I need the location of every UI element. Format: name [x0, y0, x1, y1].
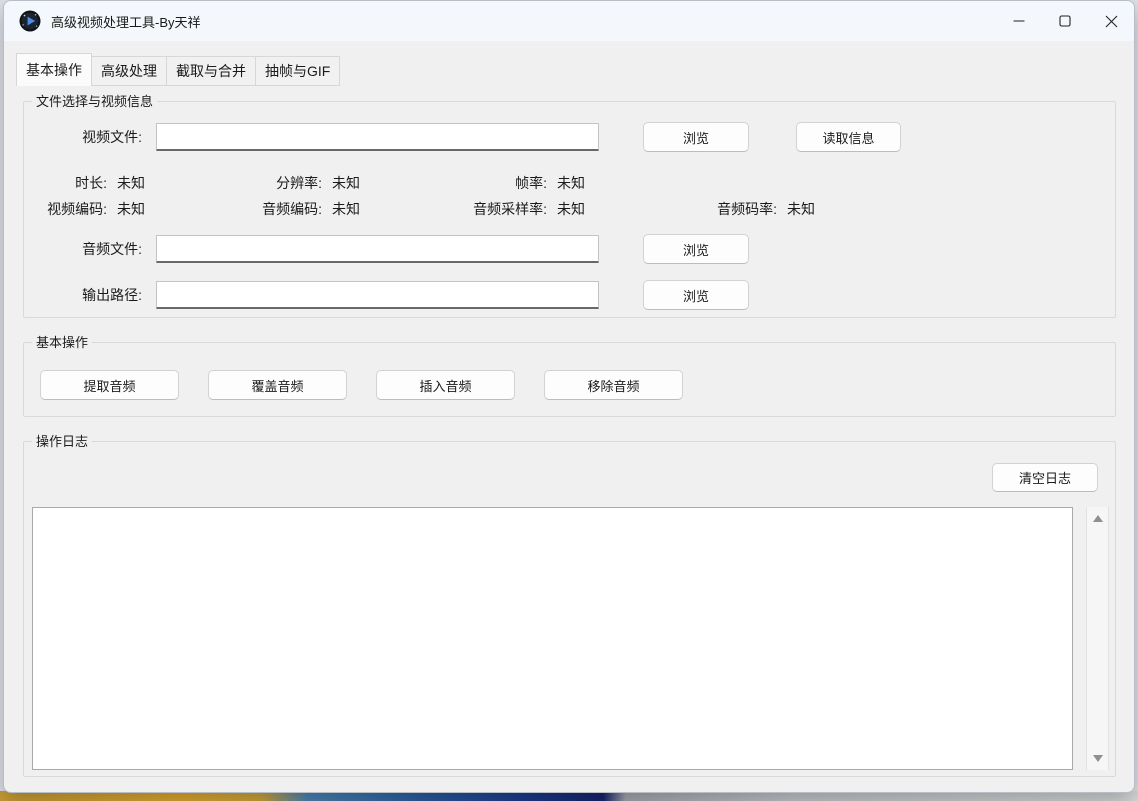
duration-field: 时长: 未知: [32, 173, 247, 193]
audio-codec-value: 未知: [332, 199, 360, 219]
log-body: [32, 507, 1115, 770]
insert-audio-button[interactable]: 插入音频: [376, 370, 515, 400]
output-path-browse-button[interactable]: 浏览: [643, 280, 749, 310]
audio-file-input[interactable]: [156, 235, 599, 263]
basic-operations-group-title: 基本操作: [32, 334, 92, 351]
audio-bitrate-field: 音频码率: 未知: [692, 199, 922, 219]
operation-log-group-title: 操作日志: [32, 433, 92, 450]
audio-file-row: 音频文件: 浏览: [32, 234, 1107, 264]
output-path-label: 输出路径:: [32, 285, 142, 305]
tab-advanced-processing[interactable]: 高级处理: [92, 56, 167, 86]
audio-samplerate-label: 音频采样率:: [462, 199, 547, 219]
tab-basic-operations[interactable]: 基本操作: [16, 53, 92, 86]
tab-cut-and-merge[interactable]: 截取与合并: [167, 56, 256, 86]
audio-codec-label: 音频编码:: [247, 199, 322, 219]
framerate-label: 帧率:: [462, 173, 547, 193]
log-toolbar: 清空日志: [24, 442, 1115, 492]
duration-value: 未知: [117, 173, 145, 193]
resolution-label: 分辨率:: [247, 173, 322, 193]
video-codec-value: 未知: [117, 199, 145, 219]
app-window: 高级视频处理工具-By天祥 基本操作 高级处理 截取与合并 抽帧与GIF 文件选: [3, 0, 1135, 793]
framerate-field: 帧率: 未知: [462, 173, 692, 193]
operation-log-group: 操作日志 清空日志: [23, 441, 1116, 777]
video-file-browse-button[interactable]: 浏览: [643, 122, 749, 152]
video-file-label: 视频文件:: [32, 127, 142, 147]
audio-file-browse-button[interactable]: 浏览: [643, 234, 749, 264]
video-codec-label: 视频编码:: [32, 199, 107, 219]
read-info-button[interactable]: 读取信息: [796, 122, 901, 152]
file-selection-group-title: 文件选择与视频信息: [32, 93, 157, 110]
minimize-button[interactable]: [996, 1, 1042, 41]
replace-audio-button[interactable]: 覆盖音频: [208, 370, 347, 400]
basic-operations-group: 基本操作 提取音频 覆盖音频 插入音频 移除音频: [23, 342, 1116, 417]
audio-bitrate-label: 音频码率:: [692, 199, 777, 219]
resolution-field: 分辨率: 未知: [247, 173, 462, 193]
video-codec-field: 视频编码: 未知: [32, 199, 247, 219]
scrollbar-down-arrow-icon[interactable]: [1093, 755, 1103, 762]
audio-file-label: 音频文件:: [32, 239, 142, 259]
close-button[interactable]: [1088, 1, 1134, 41]
operations-button-row: 提取音频 覆盖音频 插入音频 移除音频: [40, 370, 1107, 400]
video-file-row: 视频文件: 浏览 读取信息: [32, 122, 1107, 152]
audio-samplerate-field: 音频采样率: 未知: [462, 199, 692, 219]
remove-audio-button[interactable]: 移除音频: [544, 370, 683, 400]
resolution-value: 未知: [332, 173, 360, 193]
video-info-row-2: 视频编码: 未知 音频编码: 未知 音频采样率: 未知 音频码率: 未知: [32, 199, 1107, 219]
log-textarea[interactable]: [32, 507, 1073, 770]
video-file-input[interactable]: [156, 123, 599, 151]
file-selection-group: 文件选择与视频信息 视频文件: 浏览 读取信息 时长: 未知 分辨率: 未知 帧…: [23, 101, 1116, 318]
video-info-row-1: 时长: 未知 分辨率: 未知 帧率: 未知: [32, 173, 1107, 193]
maximize-button[interactable]: [1042, 1, 1088, 41]
duration-label: 时长:: [32, 173, 107, 193]
audio-bitrate-value: 未知: [787, 199, 815, 219]
extract-audio-button[interactable]: 提取音频: [40, 370, 179, 400]
output-path-input[interactable]: [156, 281, 599, 309]
titlebar: 高级视频处理工具-By天祥: [4, 1, 1134, 41]
output-path-row: 输出路径: 浏览: [32, 280, 1107, 310]
log-scrollbar[interactable]: [1086, 507, 1109, 770]
scrollbar-up-arrow-icon[interactable]: [1093, 515, 1103, 522]
tab-frames-and-gif[interactable]: 抽帧与GIF: [256, 56, 340, 86]
audio-samplerate-value: 未知: [557, 199, 585, 219]
clear-log-button[interactable]: 清空日志: [992, 463, 1098, 492]
window-controls: [996, 1, 1134, 41]
tab-panel-basic-operations: 文件选择与视频信息 视频文件: 浏览 读取信息 时长: 未知 分辨率: 未知 帧…: [4, 101, 1134, 777]
app-icon: [19, 10, 41, 32]
window-title: 高级视频处理工具-By天祥: [51, 12, 201, 31]
audio-codec-field: 音频编码: 未知: [247, 199, 462, 219]
framerate-value: 未知: [557, 173, 585, 193]
tab-bar: 基本操作 高级处理 截取与合并 抽帧与GIF: [4, 53, 1134, 86]
